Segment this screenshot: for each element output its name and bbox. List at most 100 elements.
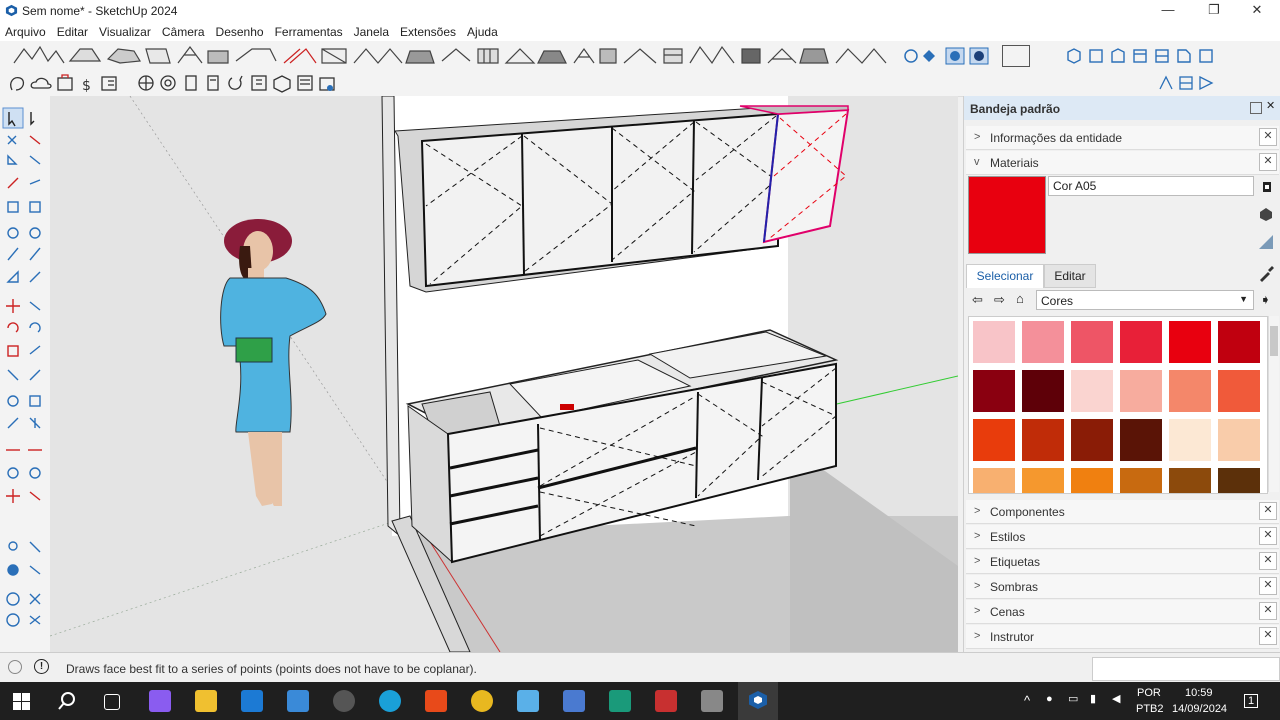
close-icon[interactable]: ✕ <box>1259 128 1277 146</box>
material-swatch[interactable] <box>1022 321 1064 363</box>
material-swatch[interactable] <box>1071 468 1113 493</box>
close-icon[interactable]: ✕ <box>1259 602 1277 620</box>
menu-janela[interactable]: Janela <box>349 22 395 39</box>
edge-icon[interactable] <box>379 690 401 712</box>
windows-start-icon[interactable] <box>13 693 30 710</box>
material-swatch[interactable] <box>1120 370 1162 412</box>
material-swatch[interactable] <box>1022 370 1064 412</box>
app-icon[interactable] <box>333 690 355 712</box>
menu-camera[interactable]: Câmera <box>157 22 211 39</box>
close-icon[interactable]: ✕ <box>1259 502 1277 520</box>
app-icon[interactable] <box>701 690 723 712</box>
drawing-tools-icons[interactable] <box>0 96 50 652</box>
info-icon[interactable]: ! <box>34 659 49 674</box>
scrollbar-thumb[interactable] <box>1270 326 1278 356</box>
paint-bucket-icon[interactable] <box>1258 206 1274 222</box>
standard-views-icons[interactable] <box>1064 46 1224 66</box>
keyboard-layout[interactable]: PTB2 <box>1136 703 1164 715</box>
material-swatch[interactable] <box>1022 468 1064 493</box>
pin-icon[interactable] <box>1250 102 1262 114</box>
app-icon[interactable] <box>517 690 539 712</box>
app-icon[interactable] <box>609 690 631 712</box>
panel-materials[interactable]: v Materiais ✕ <box>966 151 1279 175</box>
clock-time[interactable]: 10:59 <box>1185 687 1213 699</box>
close-icon[interactable]: ✕ <box>1259 552 1277 570</box>
material-swatch[interactable] <box>1218 321 1260 363</box>
material-swatch[interactable] <box>1071 419 1113 461</box>
mail-icon[interactable] <box>241 690 263 712</box>
tab-editar[interactable]: Editar <box>1044 264 1096 288</box>
tab-selecionar[interactable]: Selecionar <box>966 264 1044 288</box>
brave-icon[interactable] <box>425 690 447 712</box>
panel-etiquetas[interactable]: > Etiquetas ✕ <box>966 550 1279 574</box>
restore-button[interactable]: ❐ <box>1191 0 1237 22</box>
app-icon[interactable] <box>563 690 585 712</box>
create-material-icon[interactable] <box>1260 180 1274 194</box>
battery-icon[interactable]: ▮ <box>1090 692 1096 705</box>
menu-editar[interactable]: Editar <box>52 22 94 39</box>
minimize-button[interactable]: — <box>1145 0 1191 22</box>
current-material-swatch[interactable] <box>968 176 1046 254</box>
section-plane-icon[interactable] <box>1002 45 1030 67</box>
menu-ferramentas[interactable]: Ferramentas <box>270 22 349 39</box>
material-swatch[interactable] <box>1120 468 1162 493</box>
menu-extensoes[interactable]: Extensões <box>395 22 462 39</box>
chevron-up-icon[interactable]: ^ <box>1024 693 1030 708</box>
material-swatch[interactable] <box>1022 419 1064 461</box>
volume-icon[interactable]: ◀ <box>1112 692 1120 705</box>
material-swatch[interactable] <box>973 419 1015 461</box>
sandbox-tool-icons[interactable] <box>1156 73 1218 93</box>
sketchup-taskbar-button[interactable] <box>738 682 778 720</box>
camera-tools-icons[interactable] <box>902 46 996 66</box>
material-swatch[interactable] <box>1218 468 1260 493</box>
material-swatch[interactable] <box>973 321 1015 363</box>
geolocation-icon[interactable] <box>8 660 22 674</box>
swatch-scrollbar[interactable] <box>1268 316 1279 492</box>
tray-close-icon[interactable]: ✕ <box>1266 99 1275 112</box>
collection-dropdown[interactable]: Cores ▼ <box>1036 290 1254 310</box>
material-swatch[interactable] <box>1169 321 1211 363</box>
eyedropper-icon[interactable] <box>1258 266 1274 282</box>
panel-estilos[interactable]: > Estilos ✕ <box>966 525 1279 549</box>
panel-cenas[interactable]: > Cenas ✕ <box>966 600 1279 624</box>
chrome-icon[interactable] <box>471 690 493 712</box>
details-arrow-icon[interactable]: ➧ <box>1260 292 1271 308</box>
material-swatch[interactable] <box>1169 468 1211 493</box>
3d-model-scene[interactable] <box>50 96 958 652</box>
close-icon[interactable]: ✕ <box>1259 577 1277 595</box>
network-icon[interactable]: ▭ <box>1068 692 1078 705</box>
app-icon[interactable] <box>655 690 677 712</box>
material-swatch[interactable] <box>973 370 1015 412</box>
modeling-viewport[interactable] <box>50 96 958 652</box>
copilot-icon[interactable] <box>149 690 171 712</box>
default-material-icon[interactable] <box>1258 234 1274 250</box>
utility-tool-icons[interactable]: $ <box>0 70 340 96</box>
back-arrow-icon[interactable]: ⇦ <box>972 292 983 308</box>
close-icon[interactable]: ✕ <box>1259 627 1277 645</box>
material-swatch[interactable] <box>1120 419 1162 461</box>
material-swatch[interactable] <box>1218 370 1260 412</box>
forward-arrow-icon[interactable]: ⇨ <box>994 292 1005 308</box>
notification-icon[interactable]: 1 <box>1244 694 1259 708</box>
menu-desenho[interactable]: Desenho <box>211 22 270 39</box>
microphone-icon[interactable]: ● <box>1046 693 1053 705</box>
panel-sombras[interactable]: > Sombras ✕ <box>966 575 1279 599</box>
material-swatch[interactable] <box>1071 321 1113 363</box>
extension-tool-icons[interactable] <box>0 41 900 70</box>
menu-ajuda[interactable]: Ajuda <box>462 22 504 39</box>
material-swatch[interactable] <box>1071 370 1113 412</box>
menu-arquivo[interactable]: Arquivo <box>0 22 52 39</box>
close-icon[interactable]: ✕ <box>1259 527 1277 545</box>
panel-instrutor[interactable]: > Instrutor ✕ <box>966 625 1279 649</box>
clock-date[interactable]: 14/09/2024 <box>1172 703 1227 715</box>
material-swatch[interactable] <box>1169 419 1211 461</box>
menu-visualizar[interactable]: Visualizar <box>94 22 157 39</box>
material-swatch[interactable] <box>1218 419 1260 461</box>
material-name-field[interactable]: Cor A05 <box>1048 176 1254 196</box>
material-swatch[interactable] <box>973 468 1015 493</box>
close-icon[interactable]: ✕ <box>1259 153 1277 171</box>
material-swatch[interactable] <box>1169 370 1211 412</box>
file-explorer-icon[interactable] <box>195 690 217 712</box>
search-icon[interactable] <box>57 691 77 711</box>
material-swatch[interactable] <box>1120 321 1162 363</box>
